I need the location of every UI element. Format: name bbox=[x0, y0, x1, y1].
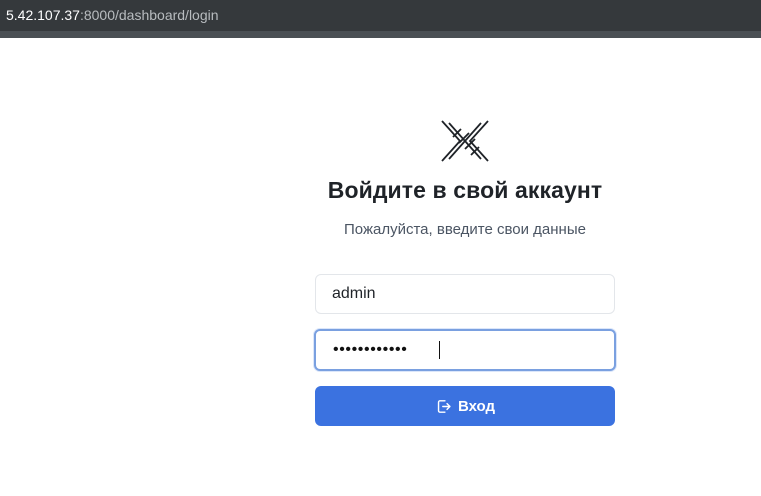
login-button-label: Вход bbox=[457, 397, 496, 415]
page-subtitle: Пожалуйста, введите свои данные bbox=[344, 221, 586, 238]
sign-in-icon bbox=[437, 399, 451, 413]
toolbar-divider bbox=[0, 31, 761, 38]
username-input[interactable] bbox=[315, 274, 615, 314]
page-title: Войдите в свой аккаунт bbox=[327, 177, 603, 203]
url-host: 5.42.107.37 bbox=[6, 7, 80, 23]
login-button[interactable]: Вход bbox=[315, 386, 615, 426]
password-input[interactable] bbox=[314, 329, 616, 371]
text-caret bbox=[439, 341, 440, 359]
url-path: :8000/dashboard/login bbox=[79, 7, 219, 23]
address-bar[interactable]: 5.42.107.37:8000/dashboard/login bbox=[0, 0, 761, 31]
crossed-barbed-wire-icon bbox=[441, 120, 489, 162]
